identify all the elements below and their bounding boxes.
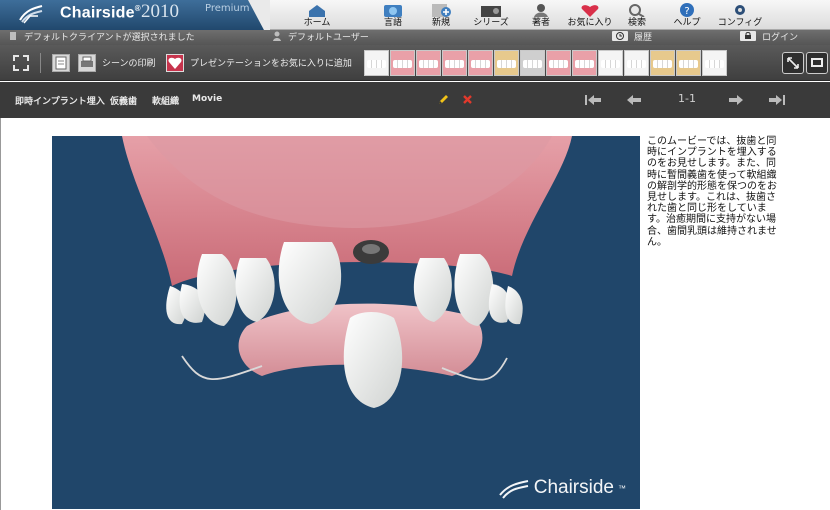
next-page-icon[interactable] [728,94,744,106]
page-indicator: 1-1 [678,92,696,105]
chairside-watermark: Chairside ™ [498,477,626,499]
scene-thumbnail-instruments[interactable] [364,50,389,76]
movie-viewer[interactable]: Chairside ™ [52,136,640,509]
present-button[interactable] [806,52,828,74]
provisional-crown [343,312,403,408]
print-scene-label[interactable]: シーンの印刷 [102,56,156,69]
delete-icon[interactable] [462,94,473,105]
lock-icon [740,31,756,41]
scene-thumbnail-xray[interactable] [520,50,545,76]
client-icon [10,32,16,40]
scene-thumbnail-strip [364,50,727,76]
chairside-watermark-logo-icon [498,480,528,499]
title-tag-movie[interactable]: Movie [192,94,222,104]
scene-thumbnail-denture[interactable] [676,50,701,76]
scene-thumbnail-front[interactable] [572,50,597,76]
status-bar: デフォルトクライアントが選択されました デフォルトユーザー 履歴 ログイン [0,30,830,45]
expand-icon [787,57,799,69]
present-icon [811,58,823,67]
favorites-icon [581,5,599,17]
heart-icon [168,57,182,69]
nav-series[interactable]: シリーズ [473,0,509,30]
user-icon [273,31,281,41]
pencil-icon[interactable] [437,94,449,106]
dental-implant-illustration [122,136,572,408]
scene-thumbnail-crowns[interactable] [598,50,623,76]
expand-button[interactable] [782,52,804,74]
home-icon [309,5,325,17]
new-icon [432,4,451,17]
svg-text:?: ? [684,6,689,17]
chairside-logo-icon [19,5,43,24]
previous-page-icon[interactable] [626,94,642,106]
scene-thumbnail-implant[interactable] [624,50,649,76]
clock-icon [612,31,628,41]
add-favorite-label[interactable]: プレゼンテーションをお気に入りに追加 [190,56,352,69]
title-tag-immediate-implant[interactable]: 即時インプラント埋入 [15,94,105,107]
scene-thumbnail-bridge[interactable] [546,50,571,76]
search-icon [629,4,645,17]
brand-banner: Chairside® 2010 Premium [0,0,270,30]
history-button[interactable]: 履歴 [612,31,652,45]
scene-thumbnail-arch[interactable] [442,50,467,76]
scene-thumbnail-tools[interactable] [702,50,727,76]
gear-icon [735,5,745,15]
presentation-titlebar: 即時インプラント埋入 仮義歯 軟組織 Movie 1-1 [0,82,830,118]
brand-year: 2010 [141,1,179,22]
nav-search[interactable]: 検索 [624,0,650,30]
author-icon [534,4,548,17]
brand-edition: Premium [205,3,250,14]
first-page-icon[interactable] [584,94,602,106]
add-favorite-button[interactable] [166,54,184,72]
scene-thumbnail-gum[interactable] [390,50,415,76]
scene-toolbar: シーンの印刷 プレゼンテーションをお気に入りに追加 [0,45,830,81]
language-icon [384,5,402,17]
document-button[interactable] [52,54,70,72]
scene-thumbnail-smile[interactable] [416,50,441,76]
document-icon [55,56,67,70]
title-tag-provisional[interactable]: 仮義歯 [110,94,137,107]
client-status[interactable]: デフォルトクライアントが選択されました [8,31,195,45]
scene-description: このムービーでは、抜歯と同時にインプラントを埋入するのをお見せします。また、同時… [647,136,777,248]
nav-favorites[interactable]: お気に入り [568,0,613,30]
scene-thumbnail-roots[interactable] [494,50,519,76]
print-scene-button[interactable] [78,54,96,72]
login-button[interactable]: ログイン [740,31,798,45]
nav-new[interactable]: 新規 [428,0,454,30]
scene-thumbnail-braces[interactable] [650,50,675,76]
printer-icon [81,56,93,67]
toolbar-divider [40,53,41,73]
brand-name: Chairside® [60,4,141,22]
last-page-icon[interactable] [768,94,786,106]
nav-author[interactable]: 著者 [528,0,554,30]
nav-config[interactable]: コンフィグ [718,0,762,30]
top-header: Chairside® 2010 Premium ホーム 言語 新規 シリーズ 著… [0,0,830,30]
content-left-border [0,118,1,510]
user-status[interactable]: デフォルトユーザー [272,31,369,45]
nav-language[interactable]: 言語 [380,0,406,30]
fit-screen-icon[interactable] [12,54,30,72]
title-tag-soft-tissue[interactable]: 軟組織 [152,94,179,107]
nav-help[interactable]: ? ヘルプ [672,0,702,30]
scene-thumbnail-lips[interactable] [468,50,493,76]
series-icon [481,6,501,17]
nav-home[interactable]: ホーム [304,0,330,30]
help-icon: ? [680,3,694,17]
